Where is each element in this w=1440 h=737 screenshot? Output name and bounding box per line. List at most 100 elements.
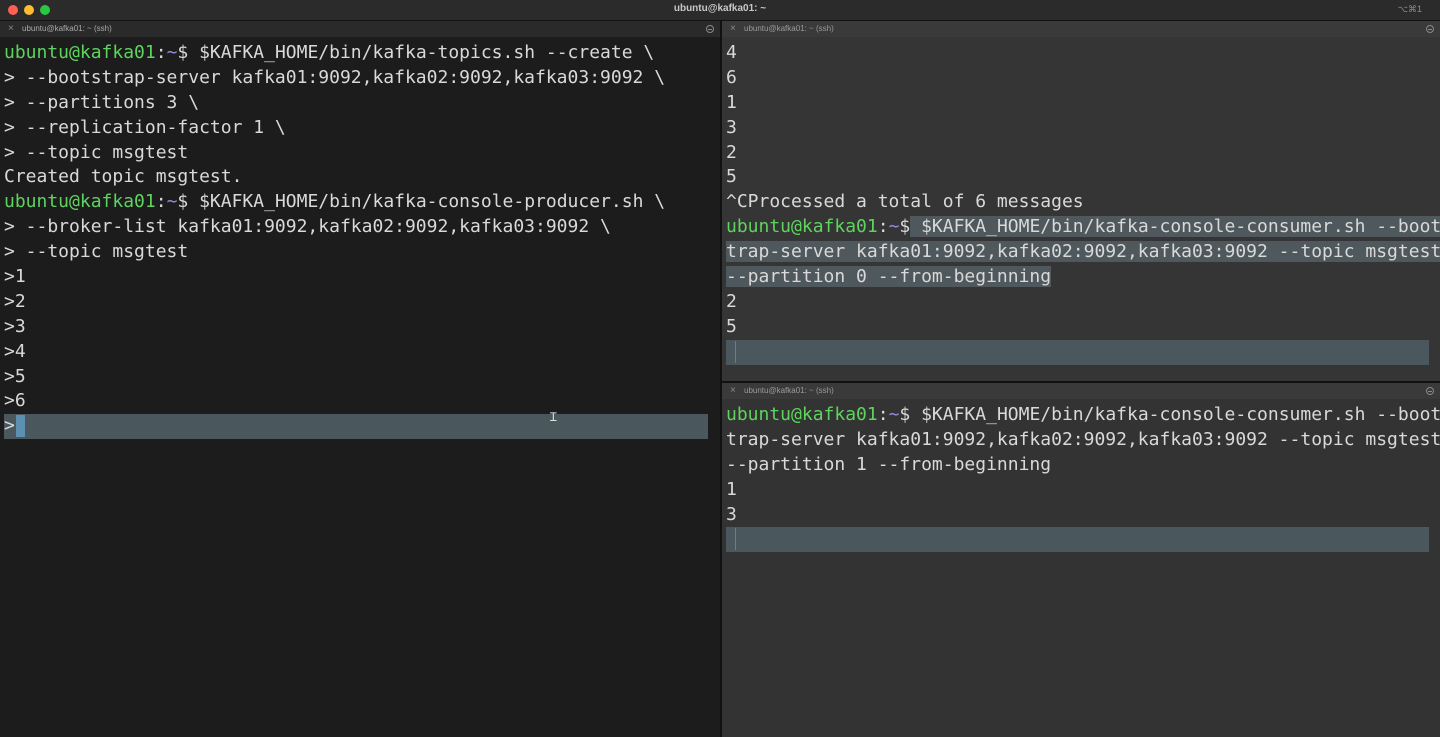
prompt-symbol: $ xyxy=(899,216,911,238)
line-text: 3 xyxy=(726,116,737,138)
output-line: > --partitions 3 \ xyxy=(4,91,720,116)
line-text: 5 xyxy=(726,166,737,187)
output-line: > --bootstrap-server kafka01:9092,kafka0… xyxy=(4,66,720,91)
command-text: $KAFKA_HOME/bin/kafka-console-producer.s… xyxy=(188,191,666,213)
output-line: 6 xyxy=(726,66,1440,91)
line-text: 3 xyxy=(726,504,737,525)
line-text: > --topic msgtest xyxy=(4,141,189,163)
line-text: 1 xyxy=(726,479,737,500)
output-line: --partition 0 --from-beginning xyxy=(726,265,1440,290)
text-cursor xyxy=(15,415,25,438)
line-text: >6 xyxy=(4,390,26,411)
selected-text: trap-server kafka01:9092,kafka02:9092,ka… xyxy=(726,241,1440,263)
close-pane-icon[interactable]: × xyxy=(730,23,736,35)
left-terminal-pane[interactable]: × ubuntu@kafka01: ~ (ssh) ubuntu@kafka01… xyxy=(0,21,720,737)
prompt-separator: : xyxy=(155,191,167,213)
output-line: 1 xyxy=(726,478,1440,503)
output-line: Created topic msgtest. xyxy=(4,165,720,190)
line-text: 5 xyxy=(726,315,737,337)
command-text: $KAFKA_HOME/bin/kafka-topics.sh --create… xyxy=(188,42,655,63)
left-pane-tab[interactable]: × ubuntu@kafka01: ~ (ssh) xyxy=(0,21,720,37)
output-line: 1 xyxy=(726,91,1440,116)
line-text: >6 xyxy=(4,390,26,412)
output-line: 4 xyxy=(726,41,1440,66)
line-text: $KAFKA_HOME/bin/kafka-console-consumer.s… xyxy=(910,404,1440,425)
prompt-user-host: ubuntu@kafka01 xyxy=(726,404,878,425)
line-text: Created topic msgtest. xyxy=(4,166,242,187)
top-right-pane-tab[interactable]: × ubuntu@kafka01: ~ (ssh) xyxy=(722,21,1440,37)
line-text: trap-server kafka01:9092,kafka02:9092,ka… xyxy=(726,429,1440,450)
line-text: 4 xyxy=(726,42,737,63)
window-shortcut-label: ⌥⌘1 xyxy=(1397,4,1422,14)
line-text: $KAFKA_HOME/bin/kafka-topics.sh --create… xyxy=(188,42,654,63)
line-text: > --topic msgtest xyxy=(4,142,188,163)
output-line: ^CProcessed a total of 6 messages xyxy=(726,190,1440,215)
terminal-output[interactable]: 4 6 1 3 2 5 ^CProcessed a total of 6 messages u… xyxy=(722,37,1440,365)
output-line: 2 xyxy=(726,290,1440,315)
line-text: >1 xyxy=(4,266,26,288)
line-text: 3 xyxy=(726,503,737,525)
prompt-symbol: $ xyxy=(177,191,189,213)
line-text: 5 xyxy=(726,316,737,337)
output-line: > --topic msgtest xyxy=(4,141,720,166)
pane-tab-label: ubuntu@kafka01: ~ (ssh) xyxy=(22,24,112,33)
line-text: 2 xyxy=(726,141,737,163)
output-line: 3 xyxy=(726,503,1440,528)
text-cursor xyxy=(735,528,744,551)
line-text: 6 xyxy=(726,66,737,88)
prompt-path: ~ xyxy=(888,404,900,425)
selected-text: --partition 0 --from-beginning xyxy=(726,266,1052,288)
terminal-output[interactable]: ubuntu@kafka01:~$ $KAFKA_HOME/bin/kafka-… xyxy=(0,37,720,440)
line-text: > --replication-factor 1 \ xyxy=(4,117,286,138)
output-line: >3 xyxy=(4,315,720,340)
prompt-separator: : xyxy=(155,42,167,63)
bottom-right-pane-tab[interactable]: × ubuntu@kafka01: ~ (ssh) xyxy=(722,383,1440,399)
output-line: >6 xyxy=(4,389,720,414)
window-title: ubuntu@kafka01: ~ xyxy=(673,3,767,14)
line-text: 4 xyxy=(726,42,737,63)
output-line: trap-server kafka01:9092,kafka02:9092,ka… xyxy=(726,240,1440,265)
line-text: 1 xyxy=(726,91,737,113)
prompt-line: ubuntu@kafka01:~$ $KAFKA_HOME/bin/kafka-… xyxy=(726,215,1440,240)
line-text: >5 xyxy=(4,366,26,387)
line-text: >2 xyxy=(4,291,26,312)
window-titlebar: ubuntu@kafka01: ~ ⌥⌘1 xyxy=(0,0,1440,21)
line-text: > --replication-factor 1 \ xyxy=(4,116,286,138)
pane-tab-label: ubuntu@kafka01: ~ (ssh) xyxy=(744,386,834,395)
command-text: $KAFKA_HOME/bin/kafka-console-consumer.s… xyxy=(910,216,1440,238)
prompt-line: ubuntu@kafka01:~$ $KAFKA_HOME/bin/kafka-… xyxy=(4,190,720,215)
pane-maximize-icon[interactable] xyxy=(706,25,714,33)
output-line: 2 xyxy=(726,141,1440,166)
line-text: > --topic msgtest xyxy=(4,241,188,262)
terminal-output[interactable]: ubuntu@kafka01:~$ $KAFKA_HOME/bin/kafka-… xyxy=(722,399,1440,553)
line-text: ^CProcessed a total of 6 messages xyxy=(726,191,1084,212)
active-input-line[interactable]: > xyxy=(4,414,708,440)
line-text: >1 xyxy=(4,266,26,287)
mouse-ibeam-cursor-icon: Ɪ xyxy=(550,410,557,424)
line-text: > --broker-list kafka01:9092,kafka02:909… xyxy=(4,216,611,238)
line-text: Created topic msgtest. xyxy=(4,166,243,188)
line-text: --partition 1 --from-beginning xyxy=(726,453,1052,475)
line-text: 1 xyxy=(726,478,737,500)
line-text: trap-server kafka01:9092,kafka02:9092,ka… xyxy=(726,428,1440,450)
line-text: ^CProcessed a total of 6 messages xyxy=(726,191,1084,213)
top-right-terminal-pane[interactable]: × ubuntu@kafka01: ~ (ssh) 4 6 1 3 2 5 ^CProces… xyxy=(722,21,1440,381)
prompt-symbol: $ xyxy=(177,42,189,63)
active-input-line[interactable] xyxy=(726,339,1429,365)
input-prompt-symbol: > xyxy=(4,415,15,437)
line-text: >2 xyxy=(4,290,26,312)
active-input-line[interactable] xyxy=(726,527,1429,553)
output-line: 3 xyxy=(726,116,1440,141)
output-line: >2 xyxy=(4,290,720,315)
line-text: 2 xyxy=(726,290,737,312)
bottom-right-terminal-pane[interactable]: × ubuntu@kafka01: ~ (ssh) ubuntu@kafka01… xyxy=(722,383,1440,737)
line-text: 2 xyxy=(726,142,737,163)
close-pane-icon[interactable]: × xyxy=(730,385,736,397)
pane-maximize-icon[interactable] xyxy=(1426,387,1434,395)
line-text: >3 xyxy=(4,315,26,337)
pane-maximize-icon[interactable] xyxy=(1426,25,1434,33)
line-text: --partition 0 --from-beginning xyxy=(726,266,1052,288)
close-pane-icon[interactable]: × xyxy=(8,23,14,35)
line-text: >5 xyxy=(4,365,26,387)
line-text: >4 xyxy=(4,341,26,362)
